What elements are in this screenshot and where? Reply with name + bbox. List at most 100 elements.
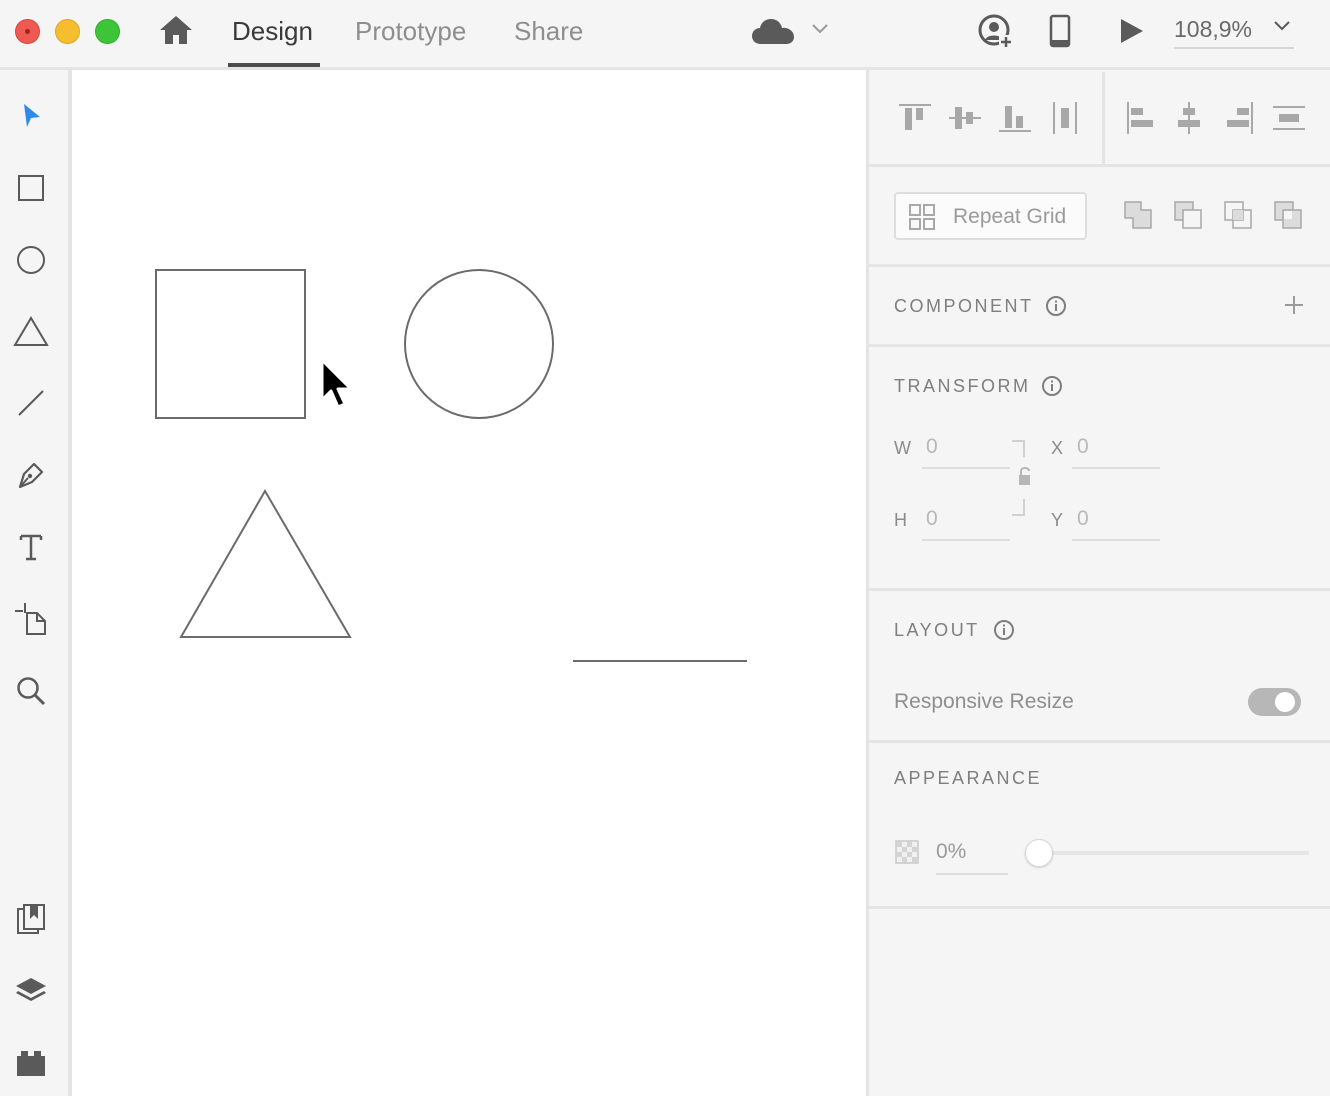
info-icon[interactable] (993, 619, 1015, 641)
section-divider (869, 740, 1330, 743)
responsive-resize-label: Responsive Resize (894, 690, 1074, 713)
search-icon (17, 677, 46, 706)
layout-section-title: LAYOUT (894, 620, 980, 640)
active-tab-indicator (228, 63, 320, 67)
lock-aspect-icon[interactable] (1008, 439, 1030, 517)
y-input[interactable]: 0 (1077, 507, 1089, 531)
info-icon[interactable] (1041, 375, 1063, 397)
component-section-title: COMPONENT (894, 296, 1034, 316)
x-input[interactable]: 0 (1077, 435, 1089, 459)
opacity-slider-knob[interactable] (1025, 839, 1053, 867)
section-divider (869, 588, 1330, 591)
zoom-underline (1174, 47, 1294, 49)
polygon-tool[interactable] (12, 312, 50, 350)
opacity-slider-track[interactable] (1039, 851, 1309, 855)
repeat-grid-label: Repeat Grid (953, 205, 1067, 228)
chevron-down-icon[interactable] (1272, 19, 1292, 33)
select-tool[interactable] (12, 97, 50, 135)
opacity-checker-icon (895, 840, 919, 864)
subtract-boolean-icon[interactable] (1173, 200, 1203, 230)
height-underline (922, 539, 1010, 541)
ellipse-shape[interactable] (404, 269, 554, 419)
width-label: W (894, 438, 911, 458)
toggle-knob (1275, 692, 1295, 712)
pen-icon (18, 462, 44, 489)
left-toolbar (0, 70, 72, 1096)
appearance-section-title: APPEARANCE (894, 768, 1043, 788)
rectangle-shape[interactable] (155, 269, 306, 419)
x-underline (1072, 467, 1160, 469)
align-middle-icon[interactable] (947, 100, 983, 136)
toolbar-separator (1102, 72, 1105, 164)
responsive-resize-toggle[interactable] (1248, 688, 1301, 716)
text-icon (19, 534, 43, 561)
transform-section-title: TRANSFORM (894, 376, 1031, 396)
section-divider (869, 164, 1330, 167)
select-arrow-icon (24, 104, 40, 127)
window-minimize-button[interactable] (55, 19, 80, 44)
height-label: H (894, 510, 907, 530)
section-divider (869, 344, 1330, 347)
tab-share[interactable]: Share (514, 14, 583, 64)
section-divider (869, 264, 1330, 267)
add-component-icon[interactable] (1283, 294, 1305, 316)
grid-icon (909, 204, 935, 230)
window-maximize-button[interactable] (95, 19, 120, 44)
align-top-icon[interactable] (897, 100, 933, 136)
triangle-icon (13, 316, 49, 346)
assets-panel-button[interactable] (12, 900, 50, 938)
add-boolean-icon[interactable] (1123, 200, 1153, 230)
y-underline (1072, 539, 1160, 541)
tab-prototype[interactable]: Prototype (355, 14, 466, 64)
layers-panel-button[interactable] (12, 972, 50, 1010)
ellipse-icon (17, 246, 45, 274)
pen-tool[interactable] (12, 456, 50, 494)
opacity-input[interactable]: 0% (936, 840, 966, 864)
zoom-level[interactable]: 108,9% (1174, 16, 1252, 43)
triangle-shape[interactable] (179, 489, 352, 638)
mouse-cursor-icon (320, 358, 353, 409)
repeat-grid-button[interactable]: Repeat Grid (894, 192, 1087, 240)
canvas-shapes (155, 269, 747, 662)
play-icon[interactable] (1117, 17, 1145, 45)
opacity-underline (936, 873, 1008, 875)
home-icon[interactable] (158, 14, 194, 46)
plugins-icon (17, 1051, 45, 1076)
property-inspector: Repeat Grid COMPONENT TRANSFORM W 0 H 0 (866, 70, 1330, 1096)
rectangle-tool[interactable] (12, 169, 50, 207)
design-canvas[interactable] (72, 70, 866, 1096)
rectangle-icon (18, 175, 44, 201)
width-underline (922, 467, 1010, 469)
line-icon (18, 390, 44, 416)
intersect-boolean-icon[interactable] (1223, 200, 1253, 230)
info-icon[interactable] (1045, 295, 1067, 317)
align-center-icon[interactable] (1171, 100, 1207, 136)
text-tool[interactable] (12, 528, 50, 566)
align-bottom-icon[interactable] (997, 100, 1033, 136)
x-label: X (1051, 438, 1064, 458)
height-input[interactable]: 0 (926, 507, 938, 531)
zoom-tool[interactable] (12, 672, 50, 710)
exclude-boolean-icon[interactable] (1273, 200, 1303, 230)
layers-icon (16, 978, 46, 1001)
phone-icon[interactable] (1049, 14, 1071, 48)
plugins-panel-button[interactable] (12, 1044, 50, 1082)
assets-icon (17, 904, 45, 934)
align-left-icon[interactable] (1123, 100, 1159, 136)
line-tool[interactable] (12, 384, 50, 422)
distribute-horizontal-icon[interactable] (1047, 100, 1083, 136)
align-right-icon[interactable] (1221, 100, 1257, 136)
cloud-icon[interactable] (750, 16, 796, 46)
chevron-down-icon[interactable] (810, 22, 830, 36)
user-add-icon[interactable] (977, 13, 1013, 49)
top-bar: Design Prototype Share 108,9% (0, 0, 1330, 70)
ellipse-tool[interactable] (12, 241, 50, 279)
distribute-vertical-icon[interactable] (1271, 100, 1307, 136)
y-label: Y (1051, 510, 1064, 530)
width-input[interactable]: 0 (926, 435, 938, 459)
tab-design[interactable]: Design (232, 14, 313, 64)
artboard-tool[interactable] (12, 600, 50, 638)
section-divider (869, 906, 1330, 909)
window-close-button[interactable] (15, 19, 40, 44)
artboard-icon (15, 603, 46, 635)
